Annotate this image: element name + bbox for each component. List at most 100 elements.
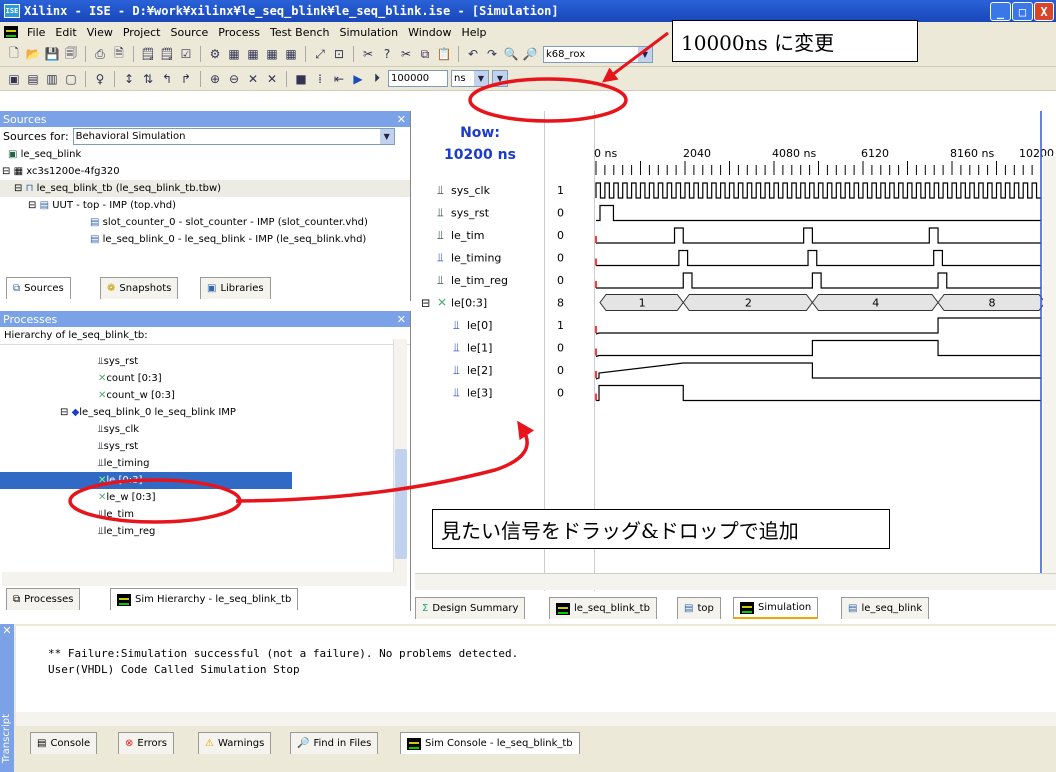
layout4-icon[interactable]: ▦ bbox=[283, 46, 299, 62]
close-button[interactable]: X bbox=[1034, 2, 1054, 21]
tree-instance-le-seq-blink[interactable]: ⊟ ◆le_seq_blink_0 le_seq_blink IMP bbox=[0, 404, 410, 421]
tree-item-project[interactable]: ▣ le_seq_blink bbox=[0, 146, 410, 163]
tree-item-testbench[interactable]: ⊟ ⊓ le_seq_blink_tb (le_seq_blink_tb.tbw… bbox=[0, 180, 410, 197]
tree-signal-le-selected[interactable]: ✕le [0:3] bbox=[0, 472, 292, 489]
tree-item-device[interactable]: ⊟ ▦ xc3s1200e-4fg320 bbox=[0, 163, 410, 180]
layout2-icon[interactable]: ▦ bbox=[245, 46, 261, 62]
maximize-button[interactable]: □ bbox=[1012, 2, 1033, 21]
layout3-icon[interactable]: ▦ bbox=[264, 46, 280, 62]
menu-file[interactable]: File bbox=[22, 26, 50, 39]
new-file-icon[interactable]: 🗋 bbox=[6, 46, 22, 62]
add-copy-icon[interactable]: 🗒 bbox=[159, 46, 175, 62]
marker-icon[interactable]: ↕ bbox=[121, 71, 137, 87]
zoom-in-icon[interactable]: ⊕ bbox=[207, 71, 223, 87]
menu-help[interactable]: Help bbox=[456, 26, 491, 39]
tab-le-seq-blink[interactable]: ▤ le_seq_blink bbox=[841, 597, 930, 619]
zoom-area-icon[interactable]: ⤢ bbox=[312, 46, 328, 62]
undo-icon[interactable]: ↶ bbox=[465, 46, 481, 62]
tab-sources[interactable]: ⧉ Sources bbox=[6, 277, 71, 299]
tree-signal-sys-clk[interactable]: ⫫sys_clk bbox=[0, 421, 410, 438]
copy-icon[interactable]: ⧉ bbox=[417, 46, 433, 62]
run-all-icon[interactable]: ⇤ bbox=[331, 71, 347, 87]
sources-for-select[interactable]: Behavioral Simulation ▼ bbox=[72, 128, 395, 145]
extra-select[interactable]: ▼ bbox=[492, 70, 508, 87]
hint-icon[interactable]: ♀ bbox=[92, 71, 108, 87]
cut-icon[interactable]: ✂ bbox=[360, 46, 376, 62]
tree-signal-count[interactable]: ✕count [0:3] bbox=[0, 370, 410, 387]
expand-icon[interactable]: ⊟ bbox=[2, 166, 10, 177]
close-icon[interactable]: ✕ bbox=[0, 624, 14, 637]
sim-time-input[interactable]: 100000 bbox=[388, 70, 448, 87]
save-icon[interactable]: 💾 bbox=[44, 46, 60, 62]
console-hscroll[interactable] bbox=[16, 712, 1056, 726]
tree-signal-le-tim-reg[interactable]: ⫫le_tim_reg bbox=[0, 523, 410, 540]
menu-source[interactable]: Source bbox=[165, 26, 213, 39]
marker-next-icon[interactable]: ↱ bbox=[178, 71, 194, 87]
tab-snapshots[interactable]: ❁ Snapshots bbox=[100, 277, 179, 299]
zoom-out-icon[interactable]: ⊖ bbox=[226, 71, 242, 87]
tab-sim-hierarchy[interactable]: Sim Hierarchy - le_seq_blink_tb bbox=[110, 588, 299, 610]
run-icon[interactable]: ▶ bbox=[350, 71, 366, 87]
tab-testbench[interactable]: le_seq_blink_tb bbox=[549, 597, 657, 619]
tree-item-uut[interactable]: ⊟ ▤ UUT - top - IMP (top.vhd) bbox=[0, 197, 410, 214]
open-folder-icon[interactable]: 📂 bbox=[25, 46, 41, 62]
marker-prev-icon[interactable]: ↰ bbox=[159, 71, 175, 87]
fit-icon[interactable]: ⊡ bbox=[331, 46, 347, 62]
hierarchy-icon[interactable]: ⚙ bbox=[207, 46, 223, 62]
tree-signal-count-w[interactable]: ✕count_w [0:3] bbox=[0, 387, 410, 404]
tab-libraries[interactable]: ▣ Libraries bbox=[200, 277, 271, 299]
tree-signal-sys-rst[interactable]: ⫫sys_rst bbox=[0, 353, 410, 370]
find-in-files-icon[interactable]: 🔎 bbox=[522, 46, 538, 62]
tree-signal-le-timing[interactable]: ⫫le_timing bbox=[0, 455, 410, 472]
panel-toggle2-icon[interactable]: ▤ bbox=[25, 71, 41, 87]
sim-unit-select[interactable]: ns ▼ bbox=[451, 70, 489, 87]
menu-window[interactable]: Window bbox=[403, 26, 456, 39]
paste-icon[interactable]: 📋 bbox=[436, 46, 452, 62]
close-icon[interactable]: ✕ bbox=[397, 313, 406, 326]
panel-toggle-icon[interactable]: ▣ bbox=[6, 71, 22, 87]
tab-sim-console[interactable]: Sim Console - le_seq_blink_tb bbox=[400, 732, 580, 754]
tab-find-in-files[interactable]: 🔎 Find in Files bbox=[290, 732, 379, 754]
chevron-down-icon[interactable]: ▼ bbox=[638, 46, 652, 62]
chevron-down-icon[interactable]: ▼ bbox=[379, 129, 394, 144]
panel-toggle3-icon[interactable]: ▥ bbox=[44, 71, 60, 87]
print-icon[interactable]: ⎙ bbox=[92, 46, 108, 62]
help-pointer-icon[interactable]: ? bbox=[379, 46, 395, 62]
tree-item-le-seq-blink[interactable]: ▤ le_seq_blink_0 - le_seq_blink - IMP (l… bbox=[0, 231, 410, 248]
zoom-full-icon[interactable]: ✕ bbox=[264, 71, 280, 87]
tree-signal-sys-rst-2[interactable]: ⫫sys_rst bbox=[0, 438, 410, 455]
expand-icon[interactable]: ⊟ bbox=[28, 200, 36, 211]
tree-signal-le-tim[interactable]: ⫫le_tim bbox=[0, 506, 410, 523]
redo-icon[interactable]: ↷ bbox=[484, 46, 500, 62]
minimize-button[interactable]: _ bbox=[990, 2, 1011, 21]
tree-item-slot-counter[interactable]: ▤ slot_counter_0 - slot_counter - IMP (s… bbox=[0, 214, 410, 231]
restart-icon[interactable]: ■ bbox=[293, 71, 309, 87]
chevron-down-icon[interactable]: ▼ bbox=[493, 71, 507, 86]
panel-toggle4-icon[interactable]: ▢ bbox=[63, 71, 79, 87]
tab-simulation[interactable]: Simulation bbox=[733, 597, 819, 619]
tab-top[interactable]: ▤ top bbox=[677, 597, 721, 619]
zoom-fit-icon[interactable]: ✕ bbox=[245, 71, 261, 87]
tab-errors[interactable]: ⊗ Errors bbox=[118, 732, 174, 754]
menu-simulation[interactable]: Simulation bbox=[334, 26, 403, 39]
menu-test-bench[interactable]: Test Bench bbox=[265, 26, 334, 39]
save-all-icon[interactable]: 🗐 bbox=[63, 46, 79, 62]
run-for-icon[interactable]: ⏵ bbox=[369, 71, 385, 87]
step-icon[interactable]: ⁞ bbox=[312, 71, 328, 87]
find-icon[interactable]: 🔍 bbox=[503, 46, 519, 62]
menu-process[interactable]: Process bbox=[213, 26, 265, 39]
processes-hscroll[interactable] bbox=[2, 572, 407, 586]
close-icon[interactable]: ✕ bbox=[397, 113, 406, 126]
tab-processes[interactable]: ⧉ Processes bbox=[6, 588, 81, 610]
menu-view[interactable]: View bbox=[82, 26, 118, 39]
tab-design-summary[interactable]: Σ Design Summary bbox=[415, 597, 526, 619]
print-preview-icon[interactable]: 🗎 bbox=[111, 46, 127, 62]
tab-console[interactable]: ▤ Console bbox=[30, 732, 98, 754]
layout-icon[interactable]: ▦ bbox=[226, 46, 242, 62]
cut2-icon[interactable]: ✂ bbox=[398, 46, 414, 62]
waveform-vscroll[interactable] bbox=[1043, 156, 1056, 573]
add-source-icon[interactable]: 🗒 bbox=[140, 46, 156, 62]
tab-warnings[interactable]: ⚠ Warnings bbox=[198, 732, 272, 754]
expand-icon[interactable]: ⊟ bbox=[14, 183, 22, 194]
processes-scrollbar[interactable] bbox=[393, 339, 407, 575]
